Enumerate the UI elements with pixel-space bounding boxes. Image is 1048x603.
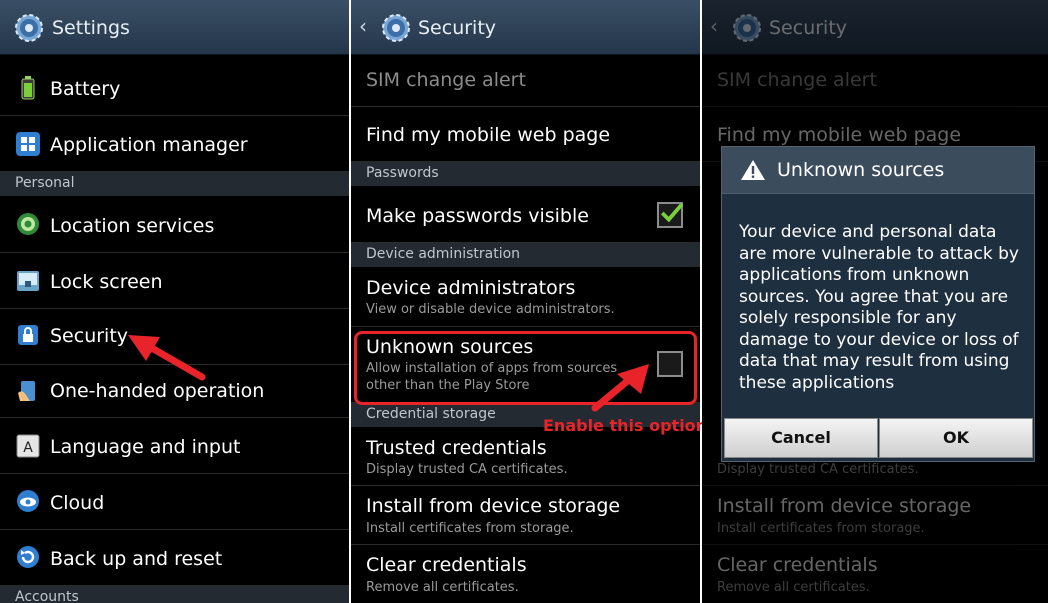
- setting-summary: Remove all certificates.: [717, 580, 870, 595]
- category-header-device-administration: Device administration: [351, 243, 700, 267]
- setting-summary: Display trusted CA certificates.: [366, 462, 568, 477]
- dialog-message: Your device and personal data are more v…: [739, 222, 1029, 394]
- settings-item-label: Back up and reset: [50, 548, 223, 570]
- setting-make-passwords-visible[interactable]: Make passwords visible: [351, 187, 700, 243]
- category-header-accounts: Accounts: [0, 586, 349, 603]
- setting-label: Install from device storage: [717, 495, 972, 517]
- setting-summary: Install certificates from storage.: [717, 521, 925, 536]
- checkmark-icon: [660, 203, 683, 223]
- dialog-message-line: solely responsible for any: [739, 308, 957, 328]
- category-label: Device administration: [366, 246, 521, 262]
- settings-item-cloud[interactable]: Cloud: [0, 474, 349, 530]
- lock-screen-icon: [17, 271, 39, 291]
- reset-icon: [17, 546, 39, 568]
- page-title: Settings: [52, 17, 130, 39]
- dialog-message-line: these applications: [739, 372, 895, 393]
- settings-gear-icon: [733, 14, 761, 42]
- setting-label: Install from device storage: [366, 495, 621, 517]
- settings-item-application-manager[interactable]: Application manager: [0, 116, 349, 172]
- ok-button[interactable]: OK: [879, 418, 1033, 458]
- setting-device-administrators[interactable]: Device administrators View or disable de…: [351, 268, 700, 327]
- setting-label: Find my mobile web page: [366, 124, 611, 146]
- back-chevron-icon[interactable]: ‹: [359, 14, 367, 38]
- dialog-message-line: applications from unknown: [739, 265, 970, 285]
- dialog-title: Unknown sources: [777, 159, 945, 181]
- cancel-button[interactable]: Cancel: [724, 418, 878, 458]
- svg-text:A: A: [23, 440, 33, 456]
- action-bar: Settings: [0, 0, 349, 55]
- settings-gear-icon: [15, 14, 43, 42]
- setting-label: SIM change alert: [717, 69, 877, 91]
- settings-gear-icon[interactable]: [380, 12, 412, 44]
- settings-item-label: Battery: [50, 78, 121, 100]
- annotation-label: Enable this option: [543, 416, 708, 435]
- action-bar: ‹ Security: [351, 0, 700, 55]
- category-label: Credential storage: [366, 406, 496, 422]
- setting-label: Make passwords visible: [366, 205, 589, 227]
- setting-label: Device administrators: [366, 277, 576, 299]
- dialog-title-bar: Unknown sources: [722, 147, 1034, 194]
- setting-label: Trusted credentials: [366, 437, 547, 459]
- padlock-icon: [18, 325, 38, 345]
- dialog-message-line: sources. You agree that you are: [739, 286, 1009, 307]
- settings-screen: Settings Battery Application manager Per…: [0, 0, 349, 603]
- settings-item-label: Security: [50, 325, 129, 347]
- setting-sim-change-alert: SIM change alert: [702, 55, 1048, 107]
- setting-label: Clear credentials: [717, 554, 878, 576]
- setting-sim-change-alert: SIM change alert: [351, 55, 700, 107]
- settings-item-label: Cloud: [50, 492, 105, 514]
- dialog-message-line: data that may result from using: [739, 351, 1010, 371]
- setting-find-my-mobile[interactable]: Find my mobile web page: [351, 107, 700, 162]
- settings-item-label: Application manager: [50, 134, 248, 156]
- setting-summary: View or disable device administrators.: [366, 302, 615, 317]
- setting-label: Clear credentials: [366, 554, 527, 576]
- cloud-icon: [17, 490, 39, 512]
- dialog-message-line: are more vulnerable to attack by: [739, 243, 1019, 264]
- keyboard-icon: A: [16, 434, 40, 458]
- page-title: Security: [769, 17, 848, 39]
- location-icon: [17, 213, 39, 235]
- settings-item-label: Language and input: [50, 436, 241, 458]
- dialog-message-line: damage to your device or loss of: [739, 329, 1019, 350]
- category-header-passwords: Passwords: [351, 162, 700, 186]
- app-grid-icon: [16, 132, 40, 156]
- setting-summary: Display trusted CA certificates.: [717, 462, 919, 477]
- settings-item-location-services[interactable]: Location services: [0, 197, 349, 253]
- settings-item-label: Location services: [50, 215, 215, 237]
- setting-install-from-device-storage: Install from device storage Install cert…: [702, 486, 1048, 545]
- pointer-arrow-icon: [128, 335, 206, 381]
- setting-install-from-device-storage[interactable]: Install from device storage Install cert…: [351, 486, 700, 545]
- unknown-sources-dialog: Unknown sources Your device and personal…: [721, 146, 1035, 462]
- page-title: Security: [418, 17, 497, 39]
- settings-item-label: Lock screen: [50, 271, 163, 293]
- category-label: Personal: [15, 175, 75, 191]
- category-header-personal: Personal: [0, 172, 349, 196]
- settings-item-battery[interactable]: Battery: [0, 60, 349, 116]
- battery-icon: [21, 76, 35, 100]
- action-bar: ‹ Security: [702, 0, 1048, 55]
- setting-label: SIM change alert: [366, 69, 526, 91]
- setting-label: Find my mobile web page: [717, 124, 962, 146]
- settings-item-back-up-and-reset[interactable]: Back up and reset: [0, 530, 349, 586]
- settings-item-language-and-input[interactable]: A Language and input: [0, 418, 349, 474]
- setting-summary: Remove all certificates.: [366, 580, 519, 595]
- setting-summary: Install certificates from storage.: [366, 521, 574, 536]
- settings-item-lock-screen[interactable]: Lock screen: [0, 253, 349, 309]
- setting-clear-credentials: Clear credentials Remove all certificate…: [702, 545, 1048, 603]
- security-screen: ‹ Security SIM change alert Find my mobi…: [351, 0, 700, 603]
- category-label: Passwords: [366, 165, 439, 181]
- setting-trusted-credentials[interactable]: Trusted credentials Display trusted CA c…: [351, 428, 700, 486]
- category-label: Accounts: [15, 589, 79, 603]
- back-chevron-icon: ‹: [710, 14, 718, 38]
- setting-clear-credentials[interactable]: Clear credentials Remove all certificate…: [351, 545, 700, 603]
- security-dialog-screen: ‹ Security SIM change alert Find my mobi…: [702, 0, 1048, 603]
- pointer-arrow-icon: [591, 364, 649, 412]
- make-passwords-visible-checkbox[interactable]: [657, 202, 683, 228]
- dialog-message-line: Your device and personal data: [739, 222, 997, 242]
- warning-icon: [741, 160, 765, 180]
- hand-icon: [18, 381, 35, 401]
